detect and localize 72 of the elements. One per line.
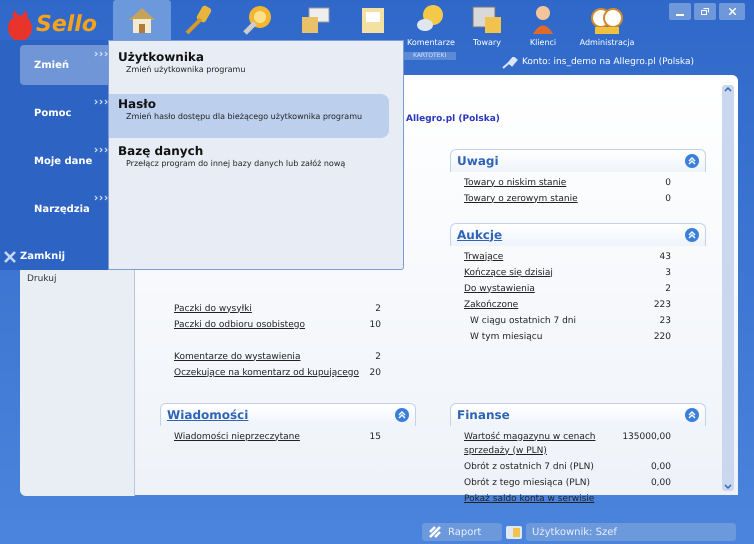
summary-value: 220 [652, 330, 672, 344]
minimize-icon [676, 14, 684, 16]
summary-value: 23 [658, 314, 672, 328]
summary-value: 0 [664, 176, 672, 190]
summary-link[interactable]: Towary o zerowym stanie [450, 192, 650, 206]
summary-link[interactable]: Paczki do wysyłki [160, 302, 360, 316]
chevrons-icon [94, 99, 108, 105]
account-label: Konto: ins_demo na Allegro.pl (Polska) [522, 56, 694, 69]
report-icon [428, 525, 442, 539]
summary-link[interactable]: Wartość magazynu w cenach sprzedaży (w PLN) [450, 430, 622, 458]
chevrons-icon [94, 195, 108, 201]
summary-label: W tym miesiącu [469, 330, 544, 344]
summary-link[interactable]: Paczki do odbioru osobistego [160, 318, 360, 332]
summary-link[interactable]: Wiadomości nieprzeczytane [160, 430, 360, 444]
summary-value: 0,00 [650, 476, 672, 490]
summary-value: 20 [368, 366, 382, 380]
summary-value: 43 [658, 250, 672, 264]
summary-link[interactable]: Trwające [450, 250, 650, 264]
summary-link[interactable]: Towary o niskim stanie [450, 176, 650, 190]
account-heading: Allegro.pl (Polska) [406, 114, 500, 124]
summary-value: 15 [368, 430, 382, 444]
chevrons-icon [94, 147, 108, 153]
summary-value: 3 [664, 266, 672, 280]
close-icon [728, 8, 736, 15]
summary-link[interactable]: Komentarze do wystawienia [160, 350, 360, 364]
summary-link[interactable]: Oczekujące na komentarz od kupującego [160, 366, 360, 380]
menu-category[interactable]: Pomoc [20, 93, 110, 133]
summary-label: W ciągu ostatnich 7 dni [469, 314, 577, 328]
toolbar-button[interactable]: Towary [459, 0, 515, 50]
section-title[interactable]: Aukcje [457, 226, 502, 244]
summary-value: 135000,00 [622, 430, 672, 444]
scrollbar[interactable] [722, 85, 734, 491]
section-title: Uwagi [457, 152, 499, 170]
summary-value: 2 [664, 282, 672, 296]
summary-link[interactable]: Kończące się dzisiaj [450, 266, 650, 280]
close-button[interactable] [719, 3, 745, 20]
user-status: Użytkownik: Szef [526, 523, 736, 541]
notes-icon [505, 524, 523, 540]
summary-value: 10 [368, 318, 382, 332]
sidebar-item[interactable]: Drukuj [27, 273, 134, 286]
section-title[interactable]: Wiadomości [167, 406, 248, 424]
section-title: Finanse [457, 406, 510, 424]
toolbar-button[interactable]: Komentarze [403, 0, 459, 50]
restore-icon [701, 8, 709, 15]
mascot-icon [6, 8, 34, 42]
toolbar-button[interactable]: Klienci [515, 0, 571, 50]
summary-link[interactable]: Zakończone [450, 298, 650, 312]
close-icon [4, 250, 16, 262]
menu-category[interactable]: Moje dane [20, 141, 110, 181]
submenu-entry[interactable]: Użytkownika Zmień użytkownika programu [109, 47, 389, 91]
summary-value: 2 [374, 302, 382, 316]
app-logo: Sello [36, 14, 97, 36]
summary-value: 0,00 [650, 460, 672, 474]
summary-label: Obrót z ostatnich 7 dni (PLN) [463, 460, 595, 474]
menu-category[interactable]: Narzędzia [20, 189, 110, 229]
close-menu-button[interactable]: Zamknij [4, 249, 110, 264]
collapse-icon[interactable] [685, 408, 699, 422]
summary-value: 223 [652, 298, 672, 312]
summary-label: Obrót z tego miesiąca (PLN) [463, 476, 591, 490]
submenu-entry[interactable]: Hasło Zmień hasło dostępu dla bieżącego użytkownika programu [109, 94, 389, 138]
summary-value: 0 [664, 192, 672, 206]
chevrons-icon [94, 51, 108, 57]
collapse-icon[interactable] [395, 408, 409, 422]
toolbar-button[interactable]: Administracja [571, 0, 643, 50]
restore-button[interactable] [694, 3, 716, 20]
collapse-icon[interactable] [685, 228, 699, 242]
collapse-icon[interactable] [685, 154, 699, 168]
summary-link[interactable]: Do wystawienia [450, 282, 650, 296]
summary-value: 2 [374, 350, 382, 364]
summary-link[interactable]: Pokaż saldo konta w serwisie [450, 492, 650, 506]
submenu-entry[interactable]: Bazę danych Przełącz program do innej bazy danych lub załóż nową [109, 141, 389, 185]
minimize-button[interactable] [669, 3, 691, 20]
